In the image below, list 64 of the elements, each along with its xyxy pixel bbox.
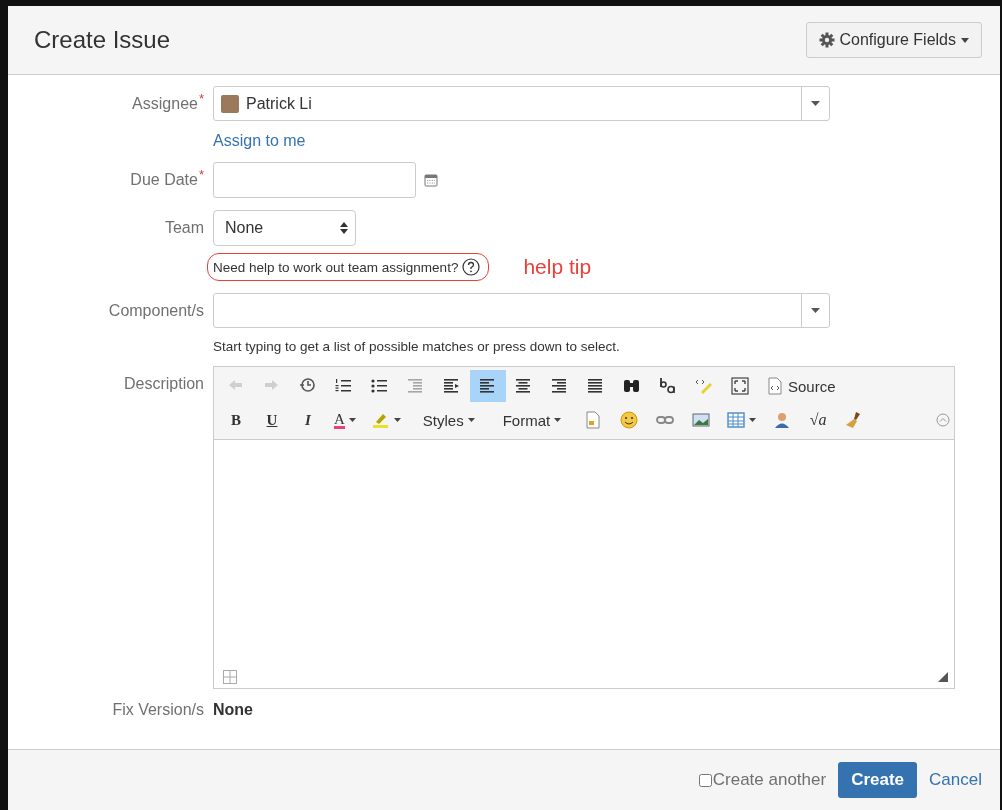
- required-mark: *: [198, 167, 204, 182]
- clock-icon: [299, 377, 317, 395]
- toolbar-button[interactable]: U: [254, 404, 290, 436]
- spellcheck-icon: [659, 377, 677, 395]
- field-hint: Start typing to get a list of possible matches or press down to select.: [213, 339, 620, 354]
- bullet-list-icon: [371, 377, 389, 395]
- align-left-icon: [479, 377, 497, 395]
- smiley-icon: [620, 411, 639, 429]
- source-button[interactable]: Source: [758, 370, 844, 402]
- dropdown-button[interactable]: Format: [488, 404, 576, 436]
- table-icon: [727, 411, 746, 429]
- configure-fields-button[interactable]: Configure Fields: [805, 22, 982, 58]
- fullscreen-icon: [731, 377, 749, 395]
- image-icon: [692, 411, 711, 429]
- cancel-link[interactable]: Cancel: [929, 770, 982, 790]
- calendar-icon[interactable]: [424, 173, 438, 187]
- create-button[interactable]: Create: [838, 762, 918, 798]
- binoculars-icon: [623, 377, 641, 395]
- numbered-list-icon: [335, 377, 353, 395]
- team-select[interactable]: None: [213, 210, 356, 246]
- checkbox[interactable]: [698, 773, 712, 787]
- person-icon: [773, 411, 792, 429]
- dialog-title: Create Issue: [34, 26, 171, 54]
- up-down-arrows-icon: [340, 222, 348, 234]
- assignee-field[interactable]: Patrick Li: [213, 86, 830, 121]
- avatar-icon: [221, 94, 239, 113]
- table-grid-icon[interactable]: [223, 670, 237, 684]
- field-label: Description: [123, 375, 204, 393]
- resize-handle-icon[interactable]: [938, 672, 948, 682]
- toolbar-button[interactable]: [470, 370, 506, 402]
- field-label: Component/s: [108, 302, 204, 320]
- toolbar-button[interactable]: B: [218, 404, 254, 436]
- align-center-icon: [515, 377, 533, 395]
- help-text: Need help to work out team assignment?: [213, 259, 459, 275]
- gear-icon: [818, 32, 835, 48]
- required-mark: *: [198, 91, 204, 106]
- outdent-icon: [407, 377, 425, 395]
- assignee-value: Patrick Li: [246, 94, 312, 113]
- toolbar-button[interactable]: A: [326, 404, 364, 436]
- field-label: Fix Version/s: [112, 701, 204, 719]
- assign-to-me-link[interactable]: Assign to me: [213, 132, 306, 150]
- checkbox-label: Create another: [712, 770, 827, 790]
- indent-icon: [443, 377, 461, 395]
- field-label: Due Date: [130, 171, 198, 189]
- field-label: Team: [164, 219, 204, 237]
- toolbar-button[interactable]: I: [290, 404, 326, 436]
- due-date-field[interactable]: [213, 162, 416, 198]
- fix-version-value: None: [213, 701, 253, 719]
- justify-icon: [587, 377, 605, 395]
- highlighter-icon: [371, 411, 390, 429]
- pencil-icon: [695, 377, 713, 395]
- team-value: None: [225, 219, 264, 237]
- annotation-label: help tip: [523, 255, 592, 279]
- help-icon[interactable]: [462, 258, 481, 276]
- dropdown-button[interactable]: Styles: [408, 404, 489, 436]
- caret-icon: [961, 37, 969, 43]
- caret-icon: [811, 308, 820, 313]
- document-icon: [584, 411, 603, 429]
- field-label: Assignee: [132, 95, 198, 113]
- toolbar-button[interactable]: √a: [800, 404, 837, 436]
- document-icon: [766, 377, 784, 395]
- components-field[interactable]: [213, 293, 830, 328]
- align-right-icon: [551, 377, 569, 395]
- caret-icon: [811, 101, 820, 106]
